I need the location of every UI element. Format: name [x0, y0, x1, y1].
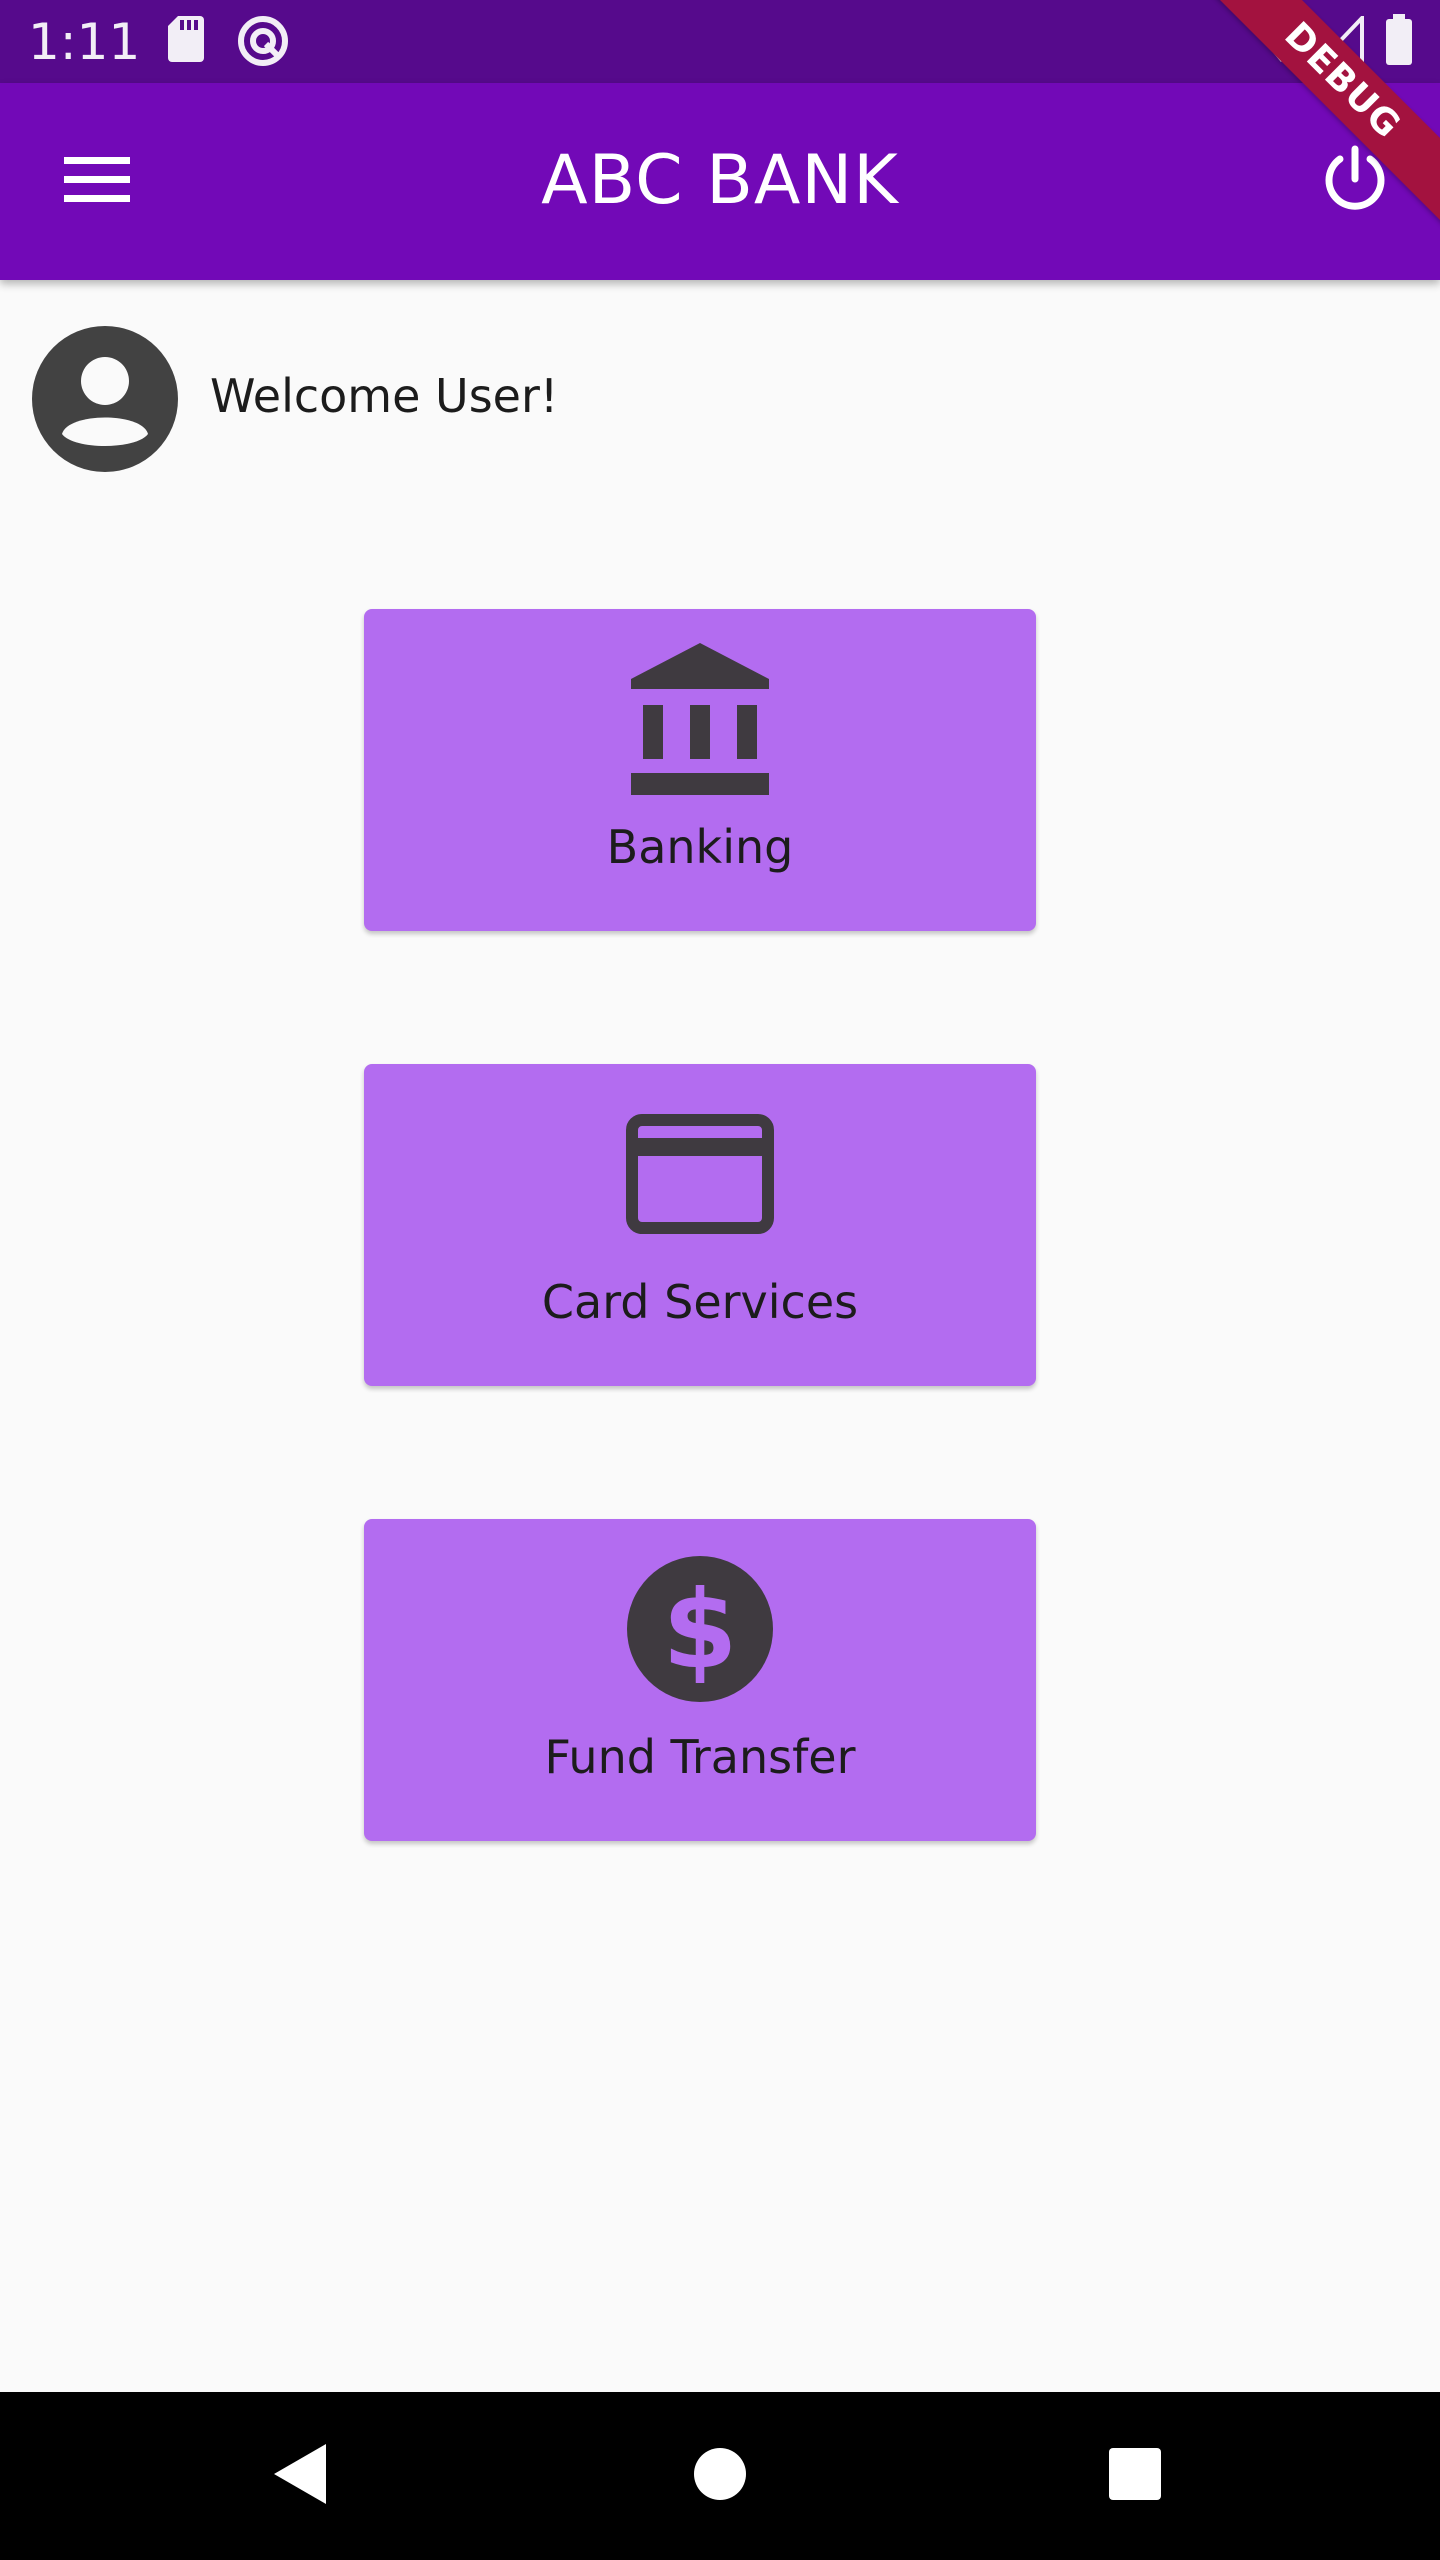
- sync-icon: [236, 14, 290, 73]
- fund-transfer-tile[interactable]: $ Fund Transfer: [364, 1519, 1036, 1841]
- svg-text:$: $: [662, 1568, 737, 1693]
- home-button[interactable]: [670, 2426, 770, 2526]
- app-title: ABC BANK: [541, 141, 899, 220]
- sd-card-icon: [166, 14, 206, 69]
- back-icon: [270, 2442, 330, 2511]
- battery-icon: [1384, 14, 1414, 71]
- welcome-text: Welcome User!: [210, 369, 559, 423]
- back-button[interactable]: [250, 2426, 350, 2526]
- banking-tile[interactable]: Banking: [364, 609, 1036, 931]
- screen: 1:11 ABC BANK DEBUG Welcome User! Bankin…: [0, 0, 1440, 2560]
- card-services-tile[interactable]: Card Services: [364, 1064, 1036, 1386]
- dollar-icon: $: [364, 1549, 1036, 1709]
- tile-label: Card Services: [541, 1275, 859, 1329]
- credit-card-icon: [364, 1094, 1036, 1254]
- recents-icon: [1107, 2446, 1163, 2507]
- account-circle-icon: [32, 326, 178, 472]
- bank-icon: [364, 639, 1036, 799]
- tile-label: Banking: [606, 820, 794, 874]
- tile-label: Fund Transfer: [544, 1730, 856, 1784]
- navigation-bar: [0, 2392, 1440, 2560]
- home-icon: [692, 2446, 748, 2507]
- status-time: 1:11: [28, 13, 141, 71]
- status-bar: 1:11: [0, 0, 1440, 83]
- recents-button[interactable]: [1085, 2426, 1185, 2526]
- app-bar: ABC BANK: [0, 83, 1440, 280]
